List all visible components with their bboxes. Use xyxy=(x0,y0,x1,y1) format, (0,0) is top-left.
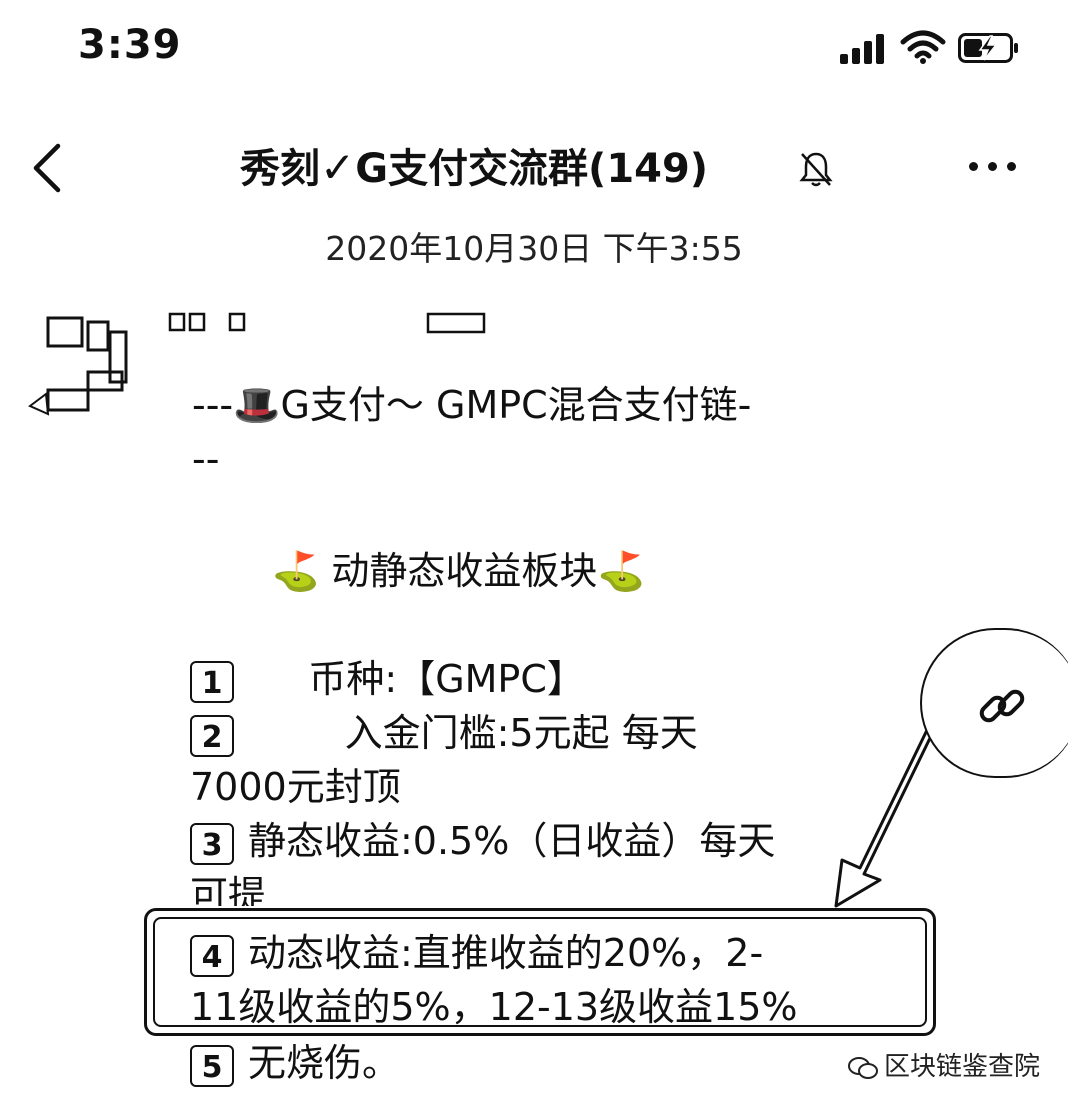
link-button[interactable] xyxy=(920,628,1068,778)
status-time: 3:39 xyxy=(78,22,182,68)
chat-title: 秀刻✓G支付交流群(149) xyxy=(240,140,840,196)
item-text: 币种:【GMPC】 xyxy=(248,657,585,701)
back-chevron-icon[interactable] xyxy=(28,140,68,196)
list-item: 3 静态收益:0.5%（日收益）每天 xyxy=(190,814,775,868)
message-timestamp: 2020年10月30日 下午3:55 xyxy=(325,229,743,268)
item-number-badge: 3 xyxy=(190,822,234,865)
top-hat-icon: 🎩 xyxy=(233,383,281,427)
section-heading: ⛳ 动静态收益板块⛳ xyxy=(272,544,645,598)
wifi-icon xyxy=(900,30,946,64)
item-number-badge: 2 xyxy=(190,714,234,757)
item-text: 无烧伤。 xyxy=(248,1041,401,1085)
annotation-arrow-icon xyxy=(834,726,934,908)
more-dot xyxy=(969,162,978,171)
highlight-box xyxy=(144,908,936,1036)
watermark: 区块链鉴查院 xyxy=(848,1046,1040,1083)
chat-title-prefix: 秀刻 xyxy=(240,146,320,192)
list-item: 1 币种:【GMPC】 xyxy=(190,652,585,706)
link-icon xyxy=(979,689,1025,723)
list-item-continuation: 可提 xyxy=(190,873,267,906)
list-item: 5 无烧伤。 xyxy=(190,1036,400,1098)
message-line: ---🎩G支付～ GMPC混合支付链- xyxy=(192,378,751,432)
section-title: 动静态收益板块 xyxy=(331,549,598,593)
message-text: --- xyxy=(192,383,234,427)
chat-title-name: G支付交流群(149) xyxy=(355,146,709,192)
wechat-icon xyxy=(848,1056,878,1079)
more-dot xyxy=(988,162,997,171)
message-line: -- xyxy=(192,437,220,481)
bell-slash-icon xyxy=(799,152,833,187)
item-number-badge: 5 xyxy=(190,1044,234,1087)
watermark-text: 区块链鉴查院 xyxy=(884,1052,1041,1082)
check-mark-icon: ✓ xyxy=(320,143,356,192)
message-text: G支付～ GMPC混合支付链- xyxy=(280,383,752,427)
battery-charging-icon xyxy=(958,33,1018,63)
sender-name-redacted xyxy=(168,312,486,334)
golf-flag-icon: ⛳ xyxy=(272,549,320,593)
more-dot xyxy=(1007,162,1016,171)
sender-avatar[interactable] xyxy=(28,308,132,418)
list-item-continuation: 7000元封顶 xyxy=(190,765,401,809)
list-item: 2 入金门槛:5元起 每天 xyxy=(190,706,698,760)
golf-flag-icon: ⛳ xyxy=(597,549,645,593)
item-number-badge: 1 xyxy=(190,660,234,703)
more-options-button[interactable] xyxy=(964,150,1024,186)
cellular-signal-icon xyxy=(840,34,884,64)
item-text: 静态收益:0.5%（日收益）每天 xyxy=(248,819,776,863)
item-text: 入金门槛:5元起 每天 xyxy=(248,711,698,755)
